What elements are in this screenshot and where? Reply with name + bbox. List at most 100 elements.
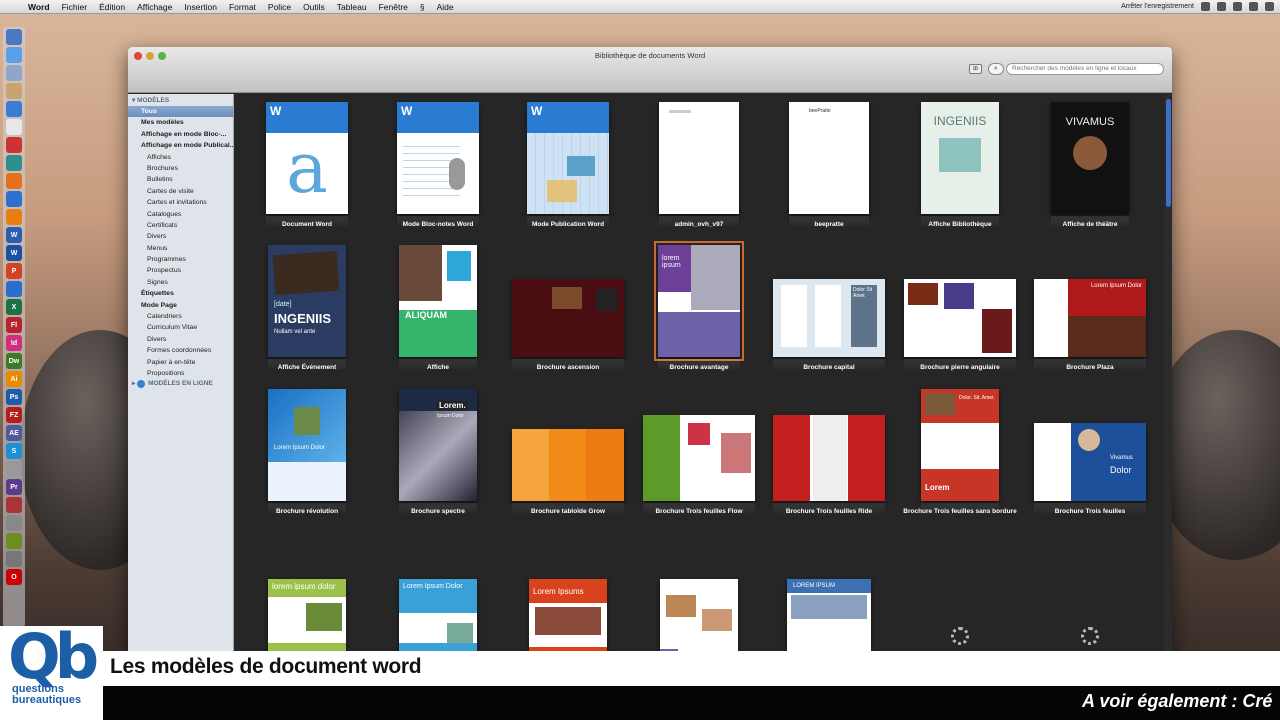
indesign-icon[interactable]: Id xyxy=(6,335,22,351)
sidebar-item[interactable]: Affichage en mode Publical... xyxy=(128,140,233,151)
template-thumbnail[interactable]: Lorem Ipsum Dolor xyxy=(1034,279,1146,357)
template-thumbnail[interactable]: Lorem Ipsums xyxy=(529,579,607,657)
template-thumbnail[interactable]: Lorem Ipsum Dolor xyxy=(399,579,477,657)
template-thumbnail[interactable]: Dolor. Sit. Amet. Lorem xyxy=(921,389,999,501)
template-thumbnail[interactable] xyxy=(660,579,738,657)
template-thumbnail[interactable]: LOREM IPSUM xyxy=(787,579,871,657)
menu-tableau[interactable]: Tableau xyxy=(331,2,373,12)
menu-fichier[interactable]: Fichier xyxy=(56,2,94,12)
sidebar-item[interactable]: Curriculum Vitae xyxy=(128,322,233,333)
menu-edition[interactable]: Édition xyxy=(93,2,131,12)
menu-affichage[interactable]: Affichage xyxy=(131,2,178,12)
dreamweaver-icon[interactable]: Dw xyxy=(6,353,22,369)
filezilla-icon[interactable]: FZ xyxy=(6,407,22,423)
menu-format[interactable]: Format xyxy=(223,2,262,12)
volume-icon[interactable] xyxy=(1265,2,1274,11)
menu-outils[interactable]: Outils xyxy=(297,2,331,12)
sidebar-item[interactable]: Formes coordonnées xyxy=(128,345,233,356)
sidebar-item[interactable]: Catalogues xyxy=(128,209,233,220)
sidebar-item[interactable]: Divers xyxy=(128,231,233,242)
sidebar-item[interactable]: Propositions xyxy=(128,368,233,379)
sidebar-item[interactable]: Programmes xyxy=(128,254,233,265)
sidebar-header-templates[interactable]: ▾ MODÈLES xyxy=(128,96,233,106)
system-icon[interactable] xyxy=(6,551,22,567)
sidebar-item[interactable]: Étiquettes xyxy=(128,288,233,299)
word-dock-icon[interactable]: W xyxy=(6,227,22,243)
sidebar-item[interactable]: Certificats xyxy=(128,220,233,231)
sidebar-item[interactable]: Prospectus xyxy=(128,265,233,276)
sidebar-item[interactable]: Affichage en mode Bloc-... xyxy=(128,129,233,140)
template-thumbnail[interactable]: Wa xyxy=(266,102,348,214)
template-thumbnail[interactable] xyxy=(904,279,1016,357)
sidebar-item[interactable]: Cartes de visite xyxy=(128,186,233,197)
template-thumbnail[interactable]: lorem ipsum dolor xyxy=(268,579,346,657)
appstore-icon[interactable] xyxy=(6,101,22,117)
search-icon[interactable]: ⌕ xyxy=(988,62,1004,75)
calendar-icon[interactable] xyxy=(6,119,22,135)
sync-icon[interactable] xyxy=(1217,2,1226,11)
script-menu-icon[interactable]: § xyxy=(414,2,431,12)
app-icon[interactable] xyxy=(6,497,22,513)
skype-icon[interactable]: S xyxy=(6,443,22,459)
word-dock-icon-2[interactable]: W xyxy=(6,245,22,261)
sidebar-item[interactable]: Papier à en-tête xyxy=(128,357,233,368)
template-thumbnail[interactable]: Dolor Sit Amet xyxy=(773,279,885,357)
template-thumbnail[interactable]: Lorem. Ipsum Dolor xyxy=(399,389,477,501)
bluetooth-icon[interactable] xyxy=(1233,2,1242,11)
utility-icon[interactable] xyxy=(6,461,22,477)
sidebar-item[interactable]: Bulletins xyxy=(128,174,233,185)
opera-icon[interactable]: O xyxy=(6,569,22,585)
template-thumbnail[interactable]: VIVAMUS xyxy=(1051,102,1129,214)
android-icon[interactable] xyxy=(6,533,22,549)
template-thumbnail[interactable]: lorem ipsum xyxy=(654,241,744,361)
finder-icon[interactable] xyxy=(6,29,22,45)
recording-status[interactable]: Arrêter l'enregistrement xyxy=(1121,3,1194,10)
template-thumbnail[interactable]: W xyxy=(527,102,609,214)
safari-icon[interactable] xyxy=(6,47,22,63)
sidebar-item[interactable]: Calendriers xyxy=(128,311,233,322)
template-thumbnail[interactable]: [date] INGENIIS Nullam vel ante xyxy=(268,245,346,357)
sidebar-item[interactable]: Cartes et invitations xyxy=(128,197,233,208)
template-thumbnail[interactable]: Lorem Ipsum Dolor xyxy=(268,389,346,501)
template-thumbnail[interactable]: beePratte xyxy=(789,102,869,214)
preview-icon[interactable] xyxy=(6,155,22,171)
search-input[interactable] xyxy=(1006,62,1164,75)
sidebar-item[interactable]: Signes xyxy=(128,277,233,288)
menu-aide[interactable]: Aide xyxy=(431,2,460,12)
template-thumbnail[interactable] xyxy=(643,415,755,501)
template-thumbnail[interactable]: Vivamus Dolor xyxy=(1034,423,1146,501)
acrobat-icon[interactable] xyxy=(6,137,22,153)
sidebar-item[interactable]: Affiches xyxy=(128,152,233,163)
mail-icon[interactable] xyxy=(6,65,22,81)
powerpoint-icon[interactable]: P xyxy=(6,263,22,279)
app-icon-2[interactable] xyxy=(6,515,22,531)
premiere-icon[interactable]: Pr xyxy=(6,479,22,495)
scrollbar-thumb[interactable] xyxy=(1166,99,1171,207)
sidebar-header-online[interactable]: ▸ MODÈLES EN LIGNE xyxy=(128,379,233,389)
template-thumbnail[interactable]: W xyxy=(397,102,479,214)
menu-police[interactable]: Police xyxy=(262,2,297,12)
chrome-icon[interactable] xyxy=(6,191,22,207)
template-thumbnail[interactable]: ALIQUAM xyxy=(399,245,477,357)
template-thumbnail[interactable] xyxy=(659,102,739,214)
sidebar-item[interactable]: Mes modèles xyxy=(128,117,233,128)
dropbox-icon[interactable] xyxy=(1201,2,1210,11)
menu-app-word[interactable]: Word xyxy=(22,2,56,12)
aftereffects-icon[interactable]: AE xyxy=(6,425,22,441)
contacts-icon[interactable] xyxy=(6,83,22,99)
sidebar-item[interactable]: Tous xyxy=(128,106,233,118)
menu-insertion[interactable]: Insertion xyxy=(178,2,223,12)
template-thumbnail[interactable]: INGENIIS xyxy=(921,102,999,214)
firefox-icon[interactable] xyxy=(6,173,22,189)
menu-fenetre[interactable]: Fenêtre xyxy=(373,2,414,12)
photoshop-icon[interactable]: Ps xyxy=(6,389,22,405)
sidebar-item[interactable]: Menus xyxy=(128,243,233,254)
illustrator-icon[interactable]: Ai xyxy=(6,371,22,387)
template-thumbnail[interactable] xyxy=(773,415,885,501)
outlook-icon[interactable] xyxy=(6,281,22,297)
sidebar-item[interactable]: Mode Page xyxy=(128,300,233,311)
template-thumbnail[interactable] xyxy=(512,429,624,501)
sidebar-item[interactable]: Divers xyxy=(128,334,233,345)
template-thumbnail[interactable] xyxy=(512,279,624,357)
wifi-icon[interactable] xyxy=(1249,2,1258,11)
